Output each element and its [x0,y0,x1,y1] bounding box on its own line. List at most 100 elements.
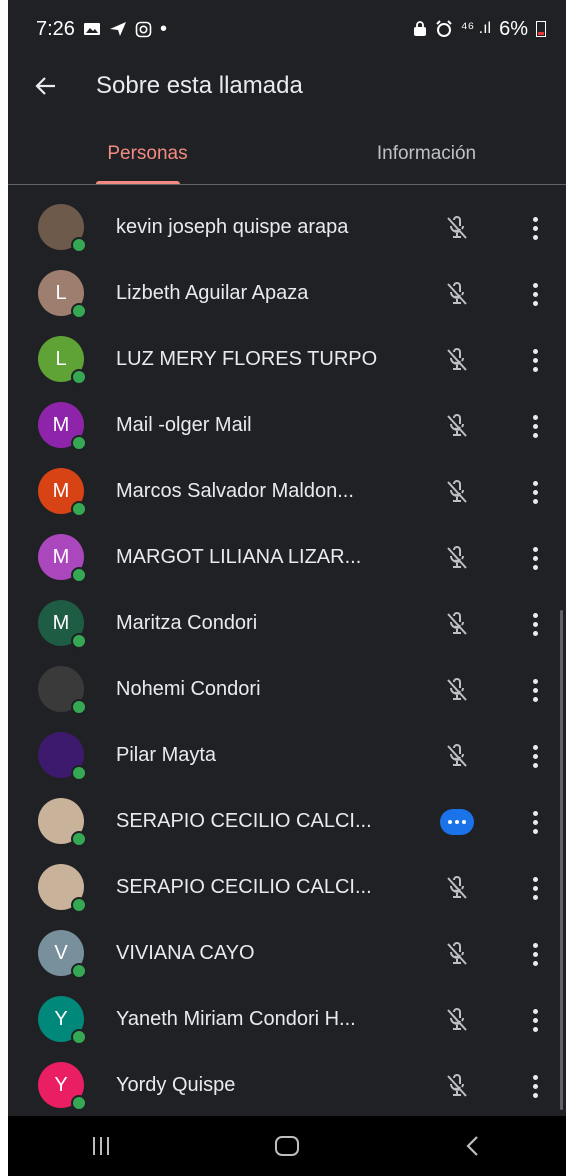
avatar-wrap [38,732,87,781]
online-status-dot [71,1095,87,1111]
mic-muted-button[interactable] [440,409,474,443]
participant-row[interactable]: M Mail -olger Mail [8,392,566,458]
more-vert-icon [532,876,538,900]
mic-off-icon [443,1072,471,1100]
status-bar: 7:26 • ⁴⁶ .ıl 6% [8,0,566,58]
participant-row[interactable]: V VIVIANA CAYO [8,920,566,986]
online-status-dot [71,1029,87,1045]
more-vert-icon [532,1074,538,1098]
mic-muted-button[interactable] [440,211,474,245]
divider [8,184,566,185]
mic-off-icon [443,874,471,902]
participant-row[interactable]: M Maritza Condori [8,590,566,656]
more-options-button[interactable] [520,607,550,641]
scrollbar[interactable] [560,610,563,1110]
mic-muted-button[interactable] [440,871,474,905]
more-vert-icon [532,942,538,966]
more-vert-icon [532,282,538,306]
home-icon [275,1136,299,1156]
online-status-dot [71,237,87,253]
signal-icon: ⁴⁶ .ıl [460,20,492,37]
avatar-wrap: M [38,600,87,649]
participant-name: SERAPIO CECILIO CALCI... [116,810,372,832]
more-options-button[interactable] [520,277,550,311]
mic-off-icon [443,676,471,704]
participant-name: VIVIANA CAYO [116,942,255,964]
battery-icon [536,21,546,37]
more-options-button[interactable] [520,541,550,575]
more-options-button[interactable] [520,739,550,773]
more-options-button[interactable] [520,805,550,839]
mic-muted-button[interactable] [440,1003,474,1037]
participant-row[interactable]: Y Yordy Quispe [8,1052,566,1118]
participant-row[interactable]: M MARGOT LILIANA LIZAR... [8,524,566,590]
more-vert-icon [532,810,538,834]
mic-off-icon [443,478,471,506]
more-options-button[interactable] [520,1069,550,1103]
participant-row[interactable]: SERAPIO CECILIO CALCI... [8,854,566,920]
more-vert-icon [532,1008,538,1032]
participant-row[interactable]: L LUZ MERY FLORES TURPO [8,326,566,392]
participant-name: kevin joseph quispe arapa [116,216,349,238]
mic-off-icon [443,544,471,572]
status-time: 7:26 [36,17,75,40]
participant-row[interactable]: M Marcos Salvador Maldon... [8,458,566,524]
more-options-button[interactable] [520,871,550,905]
online-status-dot [71,831,87,847]
status-left: 7:26 • [36,18,167,41]
participant-row[interactable]: kevin joseph quispe arapa [8,194,566,260]
mic-muted-button[interactable] [440,541,474,575]
back-button[interactable] [34,58,90,114]
participant-name: MARGOT LILIANA LIZAR... [116,546,362,568]
nav-back-button[interactable] [433,1116,513,1176]
speaking-indicator[interactable] [440,805,474,839]
mic-muted-button[interactable] [440,475,474,509]
online-status-dot [71,765,87,781]
mic-off-icon [443,610,471,638]
tab-label: Información [376,143,477,164]
mic-muted-button[interactable] [440,343,474,377]
more-options-button[interactable] [520,211,550,245]
home-button[interactable] [247,1116,327,1176]
tab-personas[interactable]: Personas [8,124,287,184]
online-status-dot [71,501,87,517]
more-options-button[interactable] [520,475,550,509]
page-title: Sobre esta llamada [96,72,303,99]
mic-muted-button[interactable] [440,1069,474,1103]
mic-off-icon [443,940,471,968]
more-options-button[interactable] [520,937,550,971]
participant-row[interactable]: Y Yaneth Miriam Condori H... [8,986,566,1052]
mic-off-icon [443,346,471,374]
more-options-button[interactable] [520,409,550,443]
instagram-icon [135,21,152,37]
participant-name: Nohemi Condori [116,678,261,700]
mic-muted-button[interactable] [440,739,474,773]
more-options-button[interactable] [520,343,550,377]
system-nav-bar [8,1116,566,1176]
more-vert-icon [532,546,538,570]
speaking-icon [440,809,474,835]
participant-row[interactable]: Pilar Mayta [8,722,566,788]
mic-muted-button[interactable] [440,277,474,311]
mic-muted-button[interactable] [440,607,474,641]
online-status-dot [71,303,87,319]
participant-name: Lizbeth Aguilar Apaza [116,282,309,304]
recents-button[interactable] [61,1116,141,1176]
participant-name: Mail -olger Mail [116,414,252,436]
avatar-wrap [38,864,87,913]
participant-row[interactable]: SERAPIO CECILIO CALCI... [8,788,566,854]
mic-muted-button[interactable] [440,673,474,707]
participant-row[interactable]: L Lizbeth Aguilar Apaza [8,260,566,326]
avatar-wrap: L [38,336,87,385]
tab-informacion[interactable]: Información [287,124,566,184]
online-status-dot [71,435,87,451]
more-options-button[interactable] [520,1003,550,1037]
more-vert-icon [532,348,538,372]
participant-row[interactable]: Nohemi Condori [8,656,566,722]
more-vert-icon [532,612,538,636]
app-bar: Sobre esta llamada [8,58,566,114]
more-options-button[interactable] [520,673,550,707]
more-vert-icon [532,216,538,240]
mic-muted-button[interactable] [440,937,474,971]
more-vert-icon [532,414,538,438]
